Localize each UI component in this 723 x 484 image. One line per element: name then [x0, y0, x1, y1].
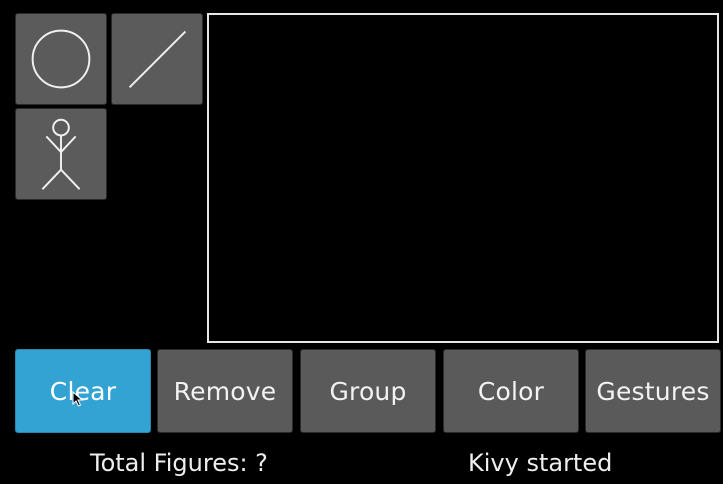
stickman-icon — [41, 118, 81, 190]
remove-button[interactable]: Remove — [157, 349, 293, 433]
group-button[interactable]: Group — [300, 349, 436, 433]
stickman-tool-button[interactable] — [15, 108, 107, 200]
total-figures-label: Total Figures: ? — [90, 449, 268, 477]
mouse-cursor-icon — [72, 391, 84, 407]
status-message: Kivy started — [468, 449, 613, 477]
gestures-button[interactable]: Gestures — [585, 349, 721, 433]
app-window: Clear Remove Group Color Gestures Total … — [0, 0, 723, 484]
drawing-canvas[interactable] — [207, 13, 719, 343]
circle-icon — [31, 29, 91, 89]
color-button[interactable]: Color — [443, 349, 579, 433]
circle-tool-button[interactable] — [15, 13, 107, 105]
line-icon — [128, 30, 187, 89]
line-tool-button[interactable] — [111, 13, 203, 105]
